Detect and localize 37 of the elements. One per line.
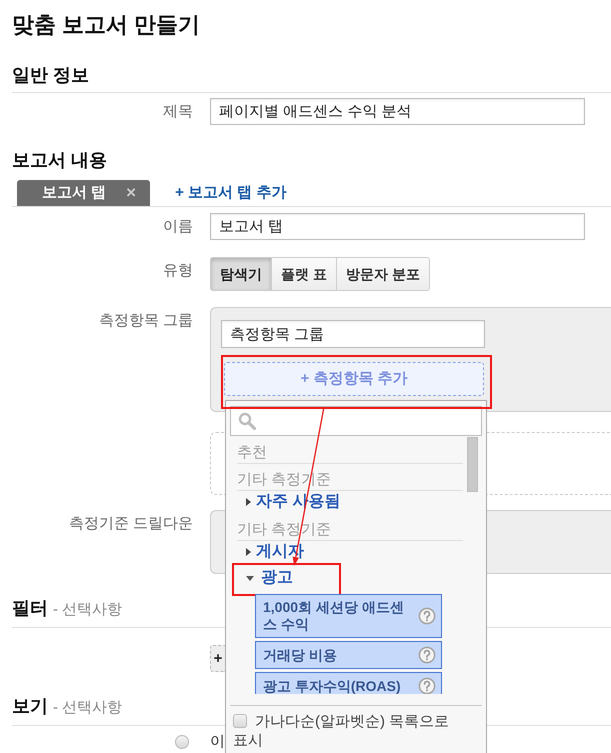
name-input[interactable]: 보고서 탭 <box>210 213 585 240</box>
search-icon <box>238 412 256 430</box>
group-header: 추천 <box>237 443 463 464</box>
caret-icon <box>246 498 251 506</box>
caret-icon <box>246 548 251 556</box>
section-title: 일반 정보 <box>12 65 90 85</box>
section-title: 보고서 내용 <box>12 150 108 170</box>
help-icon <box>418 677 436 694</box>
field-label: 측정기준 드릴다운 <box>68 514 193 534</box>
metric-item[interactable]: 광고 투자수익(ROAS) <box>255 672 442 694</box>
search-field[interactable] <box>230 406 482 436</box>
report-tab[interactable]: 보고서 탭 × <box>17 180 150 206</box>
type-button[interactable]: 탐색기 <box>210 257 272 291</box>
optional-note: - 선택사항 <box>53 601 122 618</box>
field-label: 유형 <box>163 261 193 281</box>
checkbox[interactable] <box>233 714 247 728</box>
metric-item[interactable]: 1,000회 세션당 애드센스 수익 <box>255 594 442 638</box>
page-title: 맞춤 보고서 만들기 <box>12 11 202 39</box>
field-label: 제목 <box>163 102 193 122</box>
metric-item[interactable]: 거래당 비용 <box>255 641 442 669</box>
category-item[interactable]: 광고 <box>246 568 339 588</box>
add-tab-link[interactable]: + 보고서 탭 추가 <box>175 183 286 203</box>
help-icon <box>418 646 436 664</box>
radio-button[interactable] <box>175 735 189 749</box>
scrollbar-thumb[interactable] <box>467 437 478 492</box>
help-icon <box>418 607 436 625</box>
title-input[interactable]: 페이지별 애드센스 수익 분석 <box>210 98 585 125</box>
field-label: 측정항목 그룹 <box>98 311 193 331</box>
checkbox-label[interactable]: 가나다순(알파벳순) 목록으로 표시 <box>233 712 478 750</box>
section-title: 보기 <box>12 696 48 716</box>
type-button[interactable]: 플랫 표 <box>271 257 337 291</box>
section-title: 필터 <box>12 598 48 618</box>
field-label: 이름 <box>163 217 193 237</box>
group-name-input[interactable]: 측정항목 그룹 <box>221 320 485 348</box>
add-filter-button[interactable]: + <box>210 645 225 672</box>
optional-note: - 선택사항 <box>53 699 122 716</box>
type-button[interactable]: 방문자 분포 <box>336 257 430 291</box>
